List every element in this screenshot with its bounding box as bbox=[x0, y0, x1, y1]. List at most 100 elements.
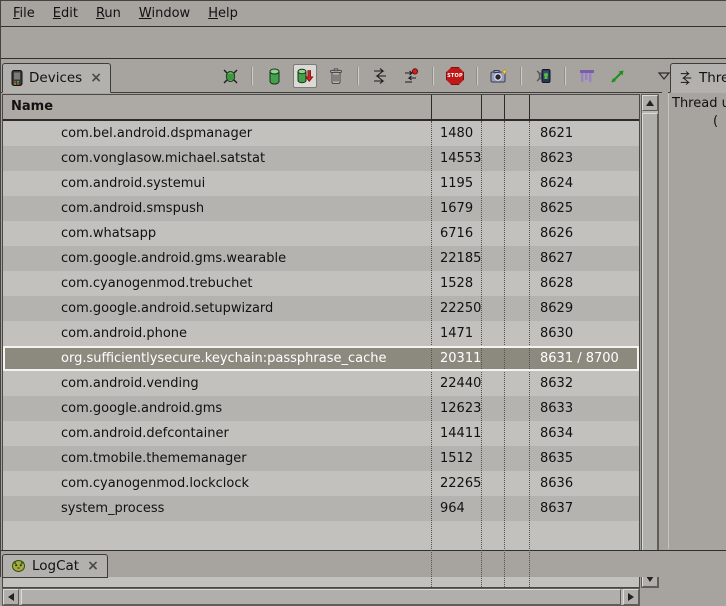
cell-pid: 1480 bbox=[440, 121, 473, 146]
column-header-name[interactable]: Name bbox=[3, 95, 639, 121]
tab-threads[interactable]: Threads bbox=[670, 63, 726, 93]
column-divider[interactable] bbox=[504, 95, 505, 121]
threads-message: ( bbox=[713, 114, 718, 129]
device-row[interactable]: com.google.android.gms 12623 8633 bbox=[3, 396, 639, 421]
cell-port: 8636 bbox=[540, 471, 573, 496]
cell-pid: 12623 bbox=[440, 396, 481, 421]
cell-pid: 1471 bbox=[440, 321, 473, 346]
cell-pid: 22250 bbox=[440, 296, 481, 321]
toolbar-separator bbox=[520, 67, 522, 85]
device-row[interactable]: com.android.smspush16798625 bbox=[3, 196, 639, 221]
cell-port: 8627 bbox=[540, 246, 573, 271]
cell-name: com.google.android.gms bbox=[61, 396, 222, 421]
cell-port: 8630 bbox=[540, 321, 573, 346]
update-heap-icon[interactable] bbox=[262, 64, 286, 88]
column-divider[interactable] bbox=[431, 95, 432, 121]
tab-devices[interactable]: Devices × bbox=[2, 63, 111, 93]
cell-port: 8624 bbox=[540, 171, 573, 196]
tab-logcat[interactable]: LogCat × bbox=[2, 554, 108, 578]
cell-port: 8625 bbox=[540, 196, 573, 221]
phone-icon bbox=[11, 70, 23, 86]
cell-pid: 22185 bbox=[440, 246, 481, 271]
column-divider[interactable] bbox=[481, 95, 482, 121]
device-row[interactable]: com.android.vending224408632 bbox=[3, 371, 639, 396]
menu-help[interactable]: Help bbox=[199, 4, 247, 23]
cell-name: com.tmobile.thememanager bbox=[61, 446, 247, 471]
toolbar-strip bbox=[0, 27, 726, 58]
cell-pid: 22440 bbox=[440, 371, 481, 396]
cell-port: 8633 bbox=[540, 396, 573, 421]
cell-port: 8635 bbox=[540, 446, 573, 471]
cell-port: 8637 bbox=[540, 496, 573, 521]
column-divider[interactable] bbox=[529, 95, 530, 121]
main-area: Devices × bbox=[0, 58, 726, 550]
dump-hprof-icon[interactable] bbox=[293, 64, 317, 88]
menu-file[interactable]: File bbox=[4, 4, 44, 23]
device-row[interactable]: com.cyanogenmod.trebuchet 1528 8628 bbox=[3, 271, 639, 296]
toolbar-separator bbox=[432, 67, 434, 85]
close-icon[interactable]: × bbox=[87, 559, 99, 573]
scroll-up-button[interactable] bbox=[642, 95, 658, 111]
threads-message: Thread up bbox=[672, 96, 726, 111]
cell-name: com.android.phone bbox=[61, 321, 187, 346]
cell-port: 8628 bbox=[540, 271, 573, 296]
device-row[interactable]: system_process9648637 bbox=[3, 496, 639, 521]
device-row[interactable]: com.android.phone 1471 8630 bbox=[3, 321, 639, 346]
cell-pid: 1528 bbox=[440, 271, 473, 296]
cell-name: com.whatsapp bbox=[61, 221, 156, 246]
vertical-scrollbar[interactable] bbox=[641, 94, 659, 588]
device-row[interactable]: com.android.defcontainer144118634 bbox=[3, 421, 639, 446]
cause-gc-icon[interactable] bbox=[324, 64, 348, 88]
device-row[interactable]: com.vonglasow.michael.satstat145538623 bbox=[3, 146, 639, 171]
screen-capture-icon[interactable] bbox=[487, 64, 511, 88]
cell-pid: 1195 bbox=[440, 171, 473, 196]
cell-pid: 6716 bbox=[440, 221, 473, 246]
cell-name: com.cyanogenmod.lockclock bbox=[61, 471, 249, 496]
menu-window[interactable]: Window bbox=[130, 4, 199, 23]
cell-pid: 22265 bbox=[440, 471, 481, 496]
threads-icon bbox=[679, 71, 693, 85]
toolbar-separator bbox=[357, 67, 359, 85]
start-opengl-trace-icon[interactable] bbox=[606, 64, 630, 88]
device-row[interactable]: com.whatsapp 6716 8626 bbox=[3, 221, 639, 246]
threads-body: Thread up ( bbox=[668, 93, 726, 549]
cell-name: org.sufficientlysecure.keychain:passphra… bbox=[61, 346, 386, 371]
device-row[interactable]: com.tmobile.thememanager15128635 bbox=[3, 446, 639, 471]
debug-process-icon[interactable] bbox=[218, 64, 242, 88]
threads-view: Threads Thread up ( bbox=[668, 59, 726, 549]
cell-port: 8626 bbox=[540, 221, 573, 246]
capture-system-trace-icon[interactable] bbox=[575, 64, 599, 88]
close-icon[interactable]: × bbox=[90, 71, 102, 85]
toolbar-separator bbox=[564, 67, 566, 85]
stop-process-icon[interactable]: STOP bbox=[443, 64, 467, 88]
tab-threads-label: Threads bbox=[699, 70, 726, 86]
cell-name: system_process bbox=[61, 496, 164, 521]
horizontal-scrollbar[interactable] bbox=[2, 588, 640, 606]
device-row[interactable]: com.bel.android.dspmanager14808621 bbox=[3, 121, 639, 146]
vertical-scroll-thumb[interactable] bbox=[642, 113, 658, 551]
cell-port: 8632 bbox=[540, 371, 573, 396]
menu-edit[interactable]: Edit bbox=[44, 4, 87, 23]
scroll-left-button[interactable] bbox=[3, 589, 19, 605]
device-row[interactable]: com.google.android.gms.wearable221858627 bbox=[3, 246, 639, 271]
scroll-right-button[interactable] bbox=[623, 589, 639, 605]
threads-tabstrip: Threads bbox=[668, 59, 726, 93]
logcat-strip: LogCat × bbox=[0, 550, 726, 577]
device-row[interactable]: org.sufficientlysecure.keychain:passphra… bbox=[3, 346, 639, 371]
device-row[interactable]: com.android.systemui11958624 bbox=[3, 171, 639, 196]
cell-name: com.android.defcontainer bbox=[61, 421, 229, 446]
start-method-profiling-icon[interactable] bbox=[399, 64, 423, 88]
horizontal-scroll-thumb[interactable] bbox=[21, 589, 621, 605]
cell-port: 8629 bbox=[540, 296, 573, 321]
cell-pid: 14411 bbox=[440, 421, 481, 446]
screen-record-icon[interactable] bbox=[531, 64, 555, 88]
device-row[interactable]: com.google.android.setupwizard222508629 bbox=[3, 296, 639, 321]
toolbar-separator bbox=[476, 67, 478, 85]
devices-tabstrip: Devices × bbox=[0, 59, 662, 93]
menu-run[interactable]: Run bbox=[87, 4, 130, 23]
update-threads-icon[interactable] bbox=[368, 64, 392, 88]
cell-port: 8621 bbox=[540, 121, 573, 146]
cell-name: com.cyanogenmod.trebuchet bbox=[61, 271, 253, 296]
device-row[interactable]: com.cyanogenmod.lockclock 22265 8636 bbox=[3, 471, 639, 496]
cell-pid: 1679 bbox=[440, 196, 473, 221]
